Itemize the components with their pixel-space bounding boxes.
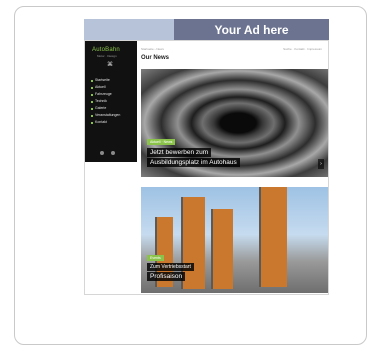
sidebar-item-aktuell[interactable]: Aktuell xyxy=(91,84,120,91)
site-logo-subtitle: Motor · Design xyxy=(97,54,117,58)
news-headline-line-2: Profisaison xyxy=(147,272,186,281)
bullet-icon xyxy=(91,79,93,82)
sidebar-item-technik[interactable]: Technik xyxy=(91,98,120,105)
bullet-icon xyxy=(91,93,93,96)
website-screenshot: AutoBahn Motor · Design ⌘ Startseite Akt… xyxy=(84,40,329,295)
news-headline-line-2: Ausbildungsplatz im Autohaus xyxy=(147,158,240,167)
flag-decor xyxy=(259,187,287,287)
sidebar-item-veranstaltungen[interactable]: Veranstaltungen xyxy=(91,112,120,119)
bullet-icon xyxy=(91,121,93,124)
ad-banner[interactable]: Your Ad here xyxy=(174,19,329,40)
sidebar: AutoBahn Motor · Design ⌘ Startseite Akt… xyxy=(85,41,137,162)
news-headline-line-1: Jetzt bewerben zum xyxy=(147,148,212,157)
flag-decor xyxy=(211,209,233,289)
bullet-icon xyxy=(91,114,93,117)
top-links[interactable]: Suche · Kontakt · Impressum xyxy=(283,47,322,51)
top-bar-accent xyxy=(84,19,174,40)
site-logo[interactable]: AutoBahn xyxy=(92,47,120,53)
slider-next-icon[interactable]: › xyxy=(318,159,324,169)
sidebar-item-fahrzeuge[interactable]: Fahrzeuge xyxy=(91,91,120,98)
bullet-icon xyxy=(91,100,93,103)
sidebar-item-galerie[interactable]: Galerie xyxy=(91,105,120,112)
breadcrumb: Startseite › News xyxy=(141,47,164,51)
logo-mark-icon: ⌘ xyxy=(107,62,113,68)
sidebar-item-kontakt[interactable]: Kontakt xyxy=(91,119,120,126)
page-title: Our News xyxy=(141,55,170,61)
sidebar-item-startseite[interactable]: Startseite xyxy=(91,77,120,84)
news-tag: Aktuell · News xyxy=(147,139,176,145)
social-links xyxy=(100,151,115,155)
bullet-icon xyxy=(91,86,93,89)
ad-banner-text: Your Ad here xyxy=(214,22,289,37)
sidebar-nav: Startseite Aktuell Fahrzeuge Technik Gal… xyxy=(91,77,120,126)
news-headline-line-1: Zum Vertriebsstart xyxy=(147,263,194,271)
news-tag: Events xyxy=(147,255,164,261)
news-item-1[interactable]: Aktuell · News Jetzt bewerben zum Ausbil… xyxy=(141,69,328,177)
bullet-icon xyxy=(91,107,93,110)
news-item-2[interactable]: Events Zum Vertriebsstart Profisaison xyxy=(141,187,328,293)
facebook-icon[interactable] xyxy=(100,151,104,155)
twitter-icon[interactable] xyxy=(111,151,115,155)
